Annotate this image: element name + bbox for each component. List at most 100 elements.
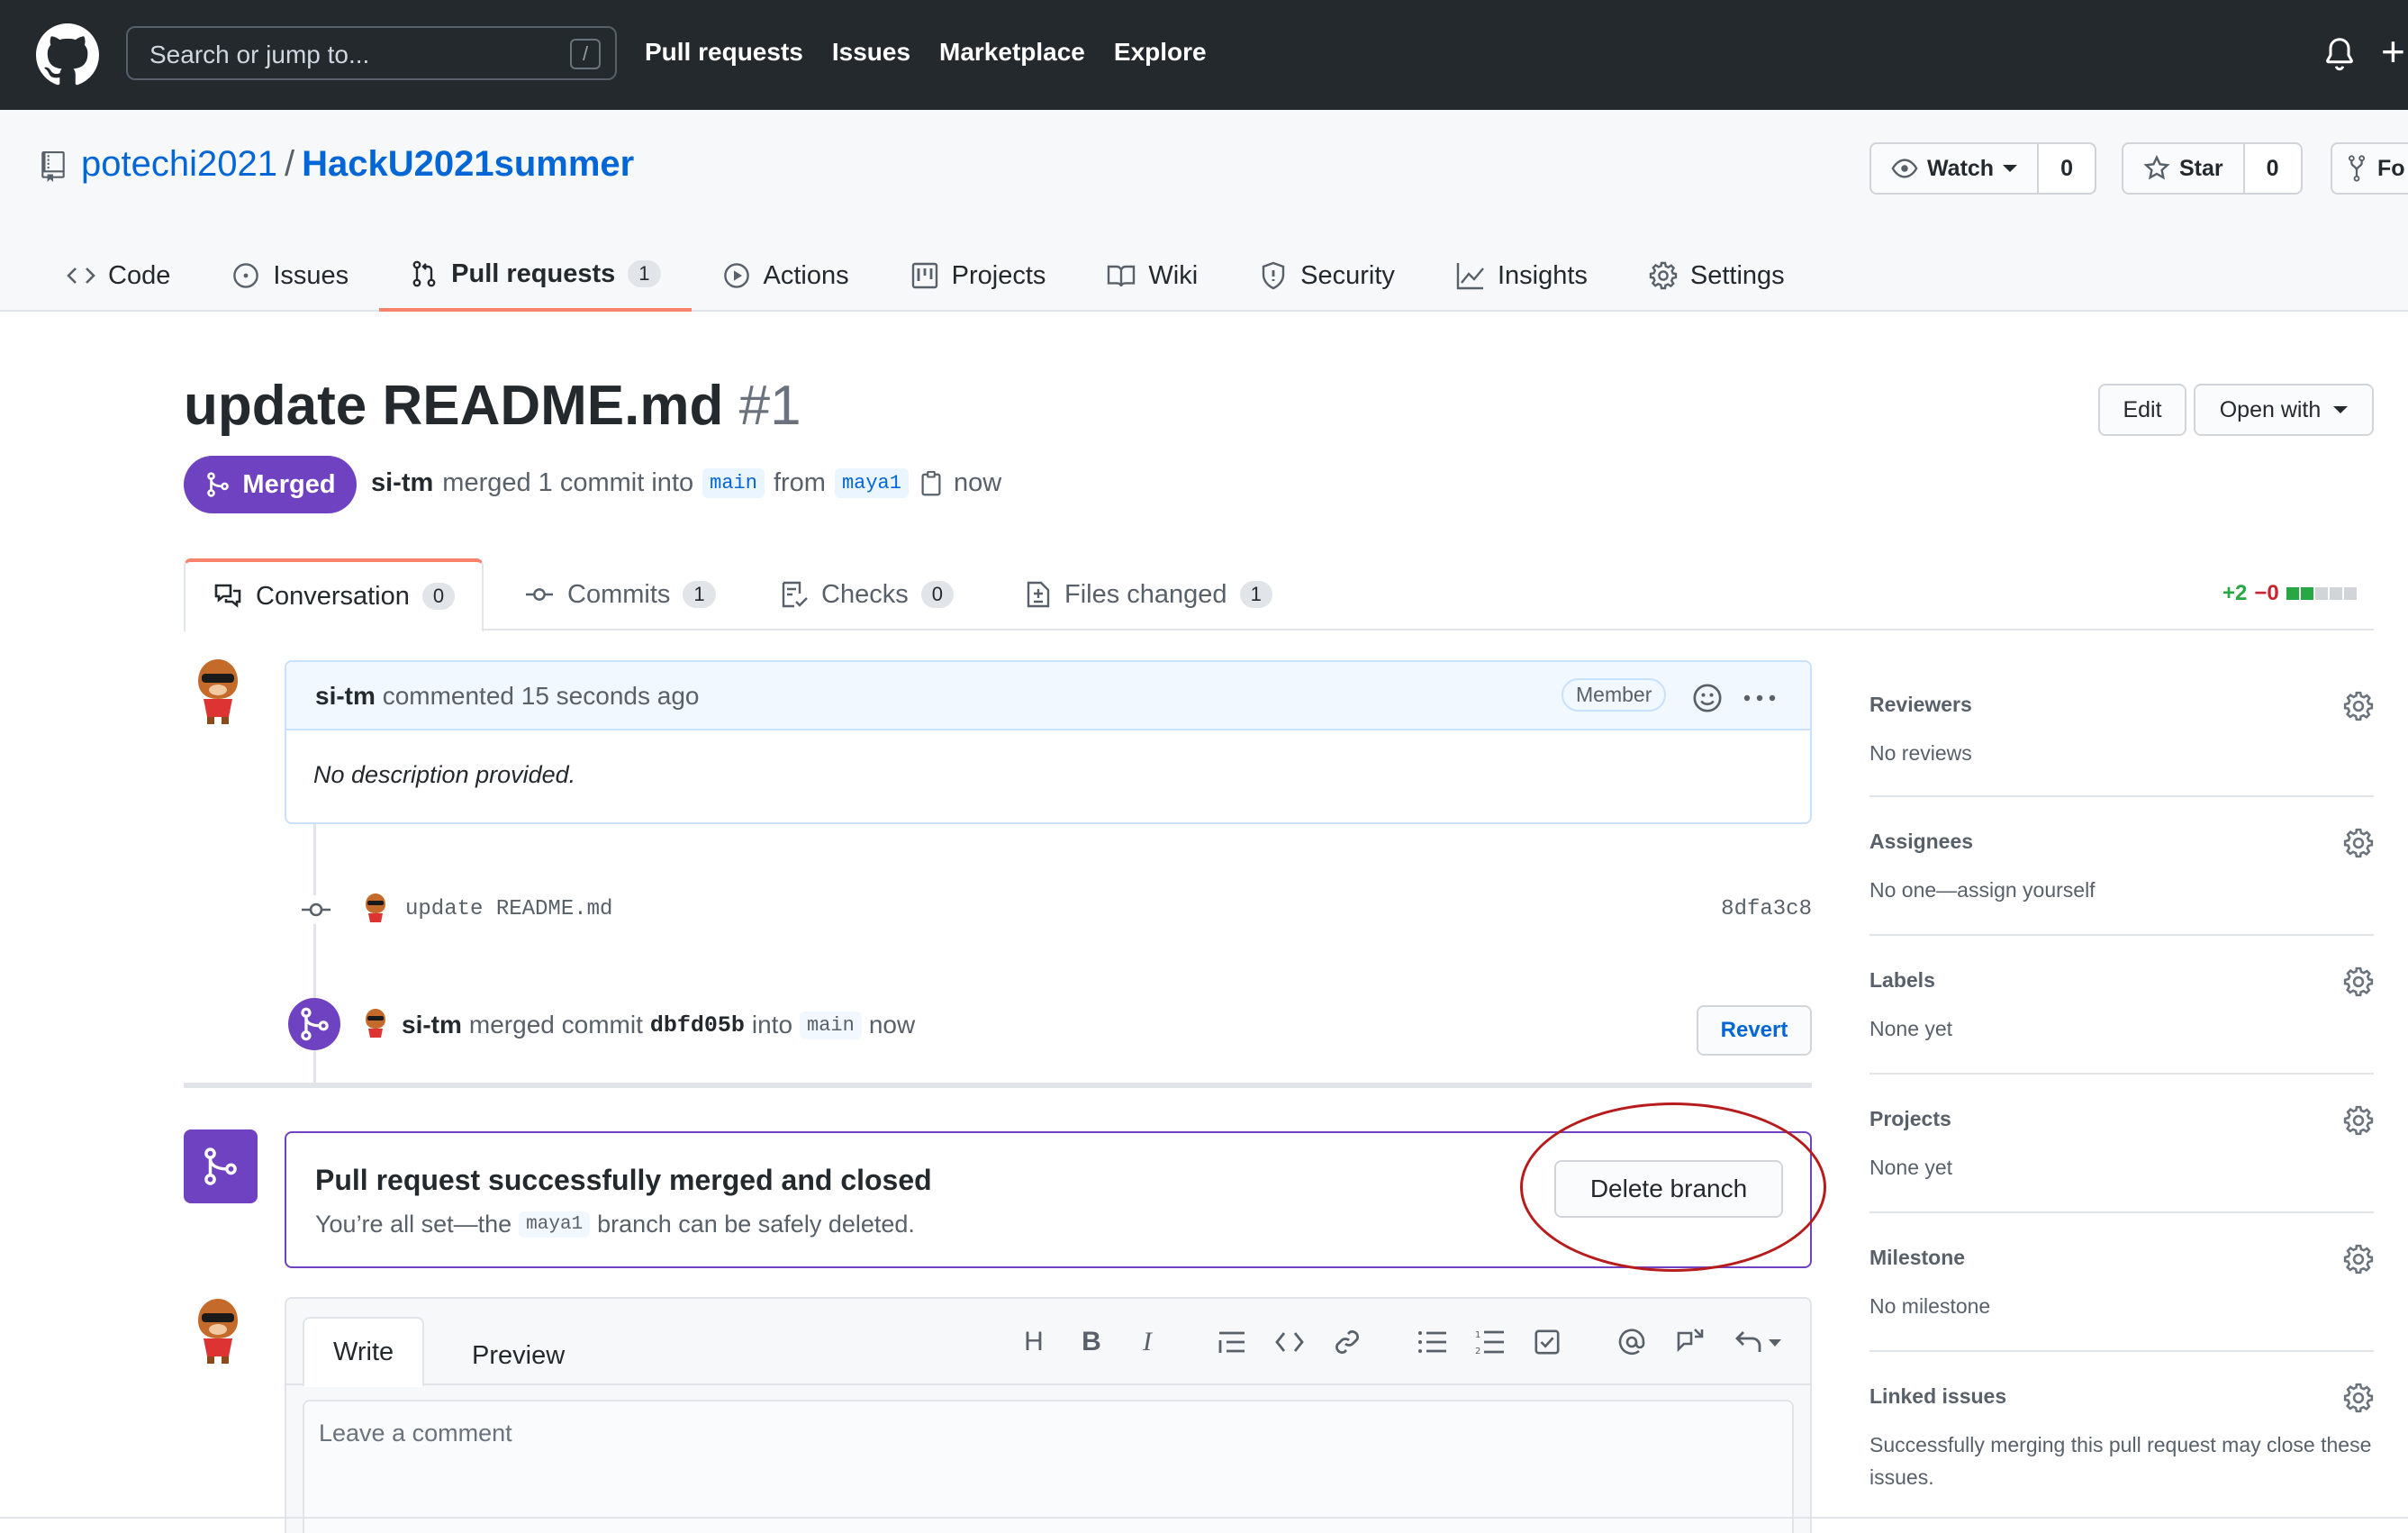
commit-author-avatar[interactable]: [360, 892, 391, 928]
sidebar-labels-title[interactable]: Labels: [1869, 968, 2374, 993]
merge-icon: [288, 998, 340, 1050]
gear-icon: [1649, 261, 1678, 290]
pr-number: #1: [738, 375, 801, 437]
tab-pull-requests[interactable]: Pull requests 1: [379, 240, 692, 312]
open-with-button[interactable]: Open with: [2194, 384, 2374, 436]
merge-base-branch-chip[interactable]: main: [800, 1011, 862, 1039]
gear-icon[interactable]: [2343, 966, 2374, 997]
comment-action: commented 15 seconds ago: [382, 682, 700, 710]
plus-icon[interactable]: +: [2381, 31, 2405, 72]
star-icon: [2143, 155, 2170, 180]
tab-commits[interactable]: Commits 1: [524, 558, 716, 630]
repo-title: potechi2021/HackU2021summer: [81, 144, 634, 185]
mention-icon[interactable]: [1614, 1324, 1650, 1360]
preview-tab[interactable]: Preview: [443, 1320, 593, 1391]
user-avatar[interactable]: [187, 656, 249, 728]
gear-icon[interactable]: [2343, 1105, 2374, 1136]
checks-count: 0: [920, 581, 954, 608]
italic-icon[interactable]: I: [1129, 1324, 1165, 1360]
write-tab[interactable]: Write: [303, 1317, 425, 1387]
sidebar-projects: Projects None yet: [1869, 1075, 2374, 1213]
repo-name-link[interactable]: HackU2021summer: [302, 144, 634, 184]
heading-icon[interactable]: H: [1016, 1324, 1052, 1360]
gear-icon[interactable]: [2343, 1244, 2374, 1274]
edit-button[interactable]: Edit: [2098, 384, 2186, 436]
tab-conversation[interactable]: Conversation 0: [184, 558, 484, 632]
gear-icon[interactable]: [2343, 828, 2374, 858]
github-logo-icon[interactable]: [36, 23, 99, 86]
code-icon[interactable]: [1272, 1324, 1308, 1360]
tab-issues-label: Issues: [273, 260, 349, 290]
tab-files-changed[interactable]: Files changed 1: [1025, 558, 1272, 630]
tab-insights[interactable]: Insights: [1426, 240, 1618, 312]
merge-author-link[interactable]: si-tm: [402, 1011, 462, 1039]
watch-count[interactable]: 0: [2037, 144, 2095, 193]
nav-marketplace[interactable]: Marketplace: [939, 38, 1085, 67]
nav-pull-requests[interactable]: Pull requests: [645, 38, 803, 67]
issue-icon: [233, 263, 259, 288]
diffstat: +2 −0: [2222, 581, 2357, 606]
diffstat-blocks: [2286, 587, 2357, 600]
sidebar-assignees-title[interactable]: Assignees: [1869, 830, 2374, 854]
tab-code[interactable]: Code: [0, 240, 201, 312]
tab-security[interactable]: Security: [1228, 240, 1426, 312]
commit-message-link[interactable]: update README.md: [405, 897, 612, 921]
fork-button[interactable]: Fo: [2331, 142, 2408, 195]
quote-icon[interactable]: [1214, 1324, 1250, 1360]
sidebar-assignees: Assignees No one—assign yourself: [1869, 797, 2374, 936]
unordered-list-icon[interactable]: [1414, 1324, 1450, 1360]
search-input[interactable]: Search or jump to... /: [126, 26, 617, 80]
base-branch-chip[interactable]: main: [702, 468, 765, 498]
nav-explore[interactable]: Explore: [1114, 38, 1207, 67]
sidebar-projects-title[interactable]: Projects: [1869, 1107, 2374, 1131]
svg-text:2: 2: [1475, 1347, 1480, 1356]
comment-textarea[interactable]: Leave a comment: [303, 1400, 1794, 1533]
copy-icon[interactable]: [918, 470, 945, 497]
smiley-icon[interactable]: [1691, 682, 1724, 714]
sidebar-assignees-value[interactable]: No one—assign yourself: [1869, 874, 2374, 906]
bold-icon[interactable]: B: [1073, 1324, 1109, 1360]
cross-reference-icon[interactable]: [1671, 1324, 1707, 1360]
eye-icon: [1891, 159, 1918, 178]
star-count[interactable]: 0: [2242, 144, 2301, 193]
repo-separator: /: [284, 144, 295, 184]
tab-issues[interactable]: Issues: [201, 240, 379, 312]
merge-into-text: into: [751, 1011, 793, 1039]
gear-icon[interactable]: [2343, 1383, 2374, 1413]
merge-icon: [204, 1147, 237, 1185]
sidebar-milestone-title[interactable]: Milestone: [1869, 1246, 2374, 1270]
ordered-list-icon[interactable]: 12: [1471, 1324, 1507, 1360]
star-button[interactable]: Star: [2123, 144, 2243, 193]
project-icon: [911, 262, 937, 289]
task-list-icon[interactable]: [1529, 1324, 1565, 1360]
tab-projects[interactable]: Projects: [880, 240, 1077, 312]
tab-checks[interactable]: Checks 0: [780, 558, 954, 630]
gear-icon[interactable]: [2343, 691, 2374, 721]
open-with-label: Open with: [2219, 396, 2322, 422]
link-icon[interactable]: [1329, 1324, 1365, 1360]
current-user-avatar[interactable]: [187, 1295, 249, 1367]
pr-author-link[interactable]: si-tm: [371, 468, 433, 498]
commit-sha-link[interactable]: 8dfa3c8: [1721, 897, 1812, 921]
delete-branch-button[interactable]: Delete branch: [1554, 1160, 1783, 1218]
kebab-horizontal-icon[interactable]: [1742, 684, 1778, 712]
tab-wiki[interactable]: Wiki: [1076, 240, 1228, 312]
merge-commit-sha-link[interactable]: dbfd05b: [650, 1012, 745, 1039]
tab-conversation-label: Conversation: [256, 581, 410, 611]
sidebar-reviewers-title[interactable]: Reviewers: [1869, 693, 2374, 717]
saved-replies-icon[interactable]: [1731, 1324, 1785, 1360]
tab-actions[interactable]: Actions: [692, 240, 880, 312]
nav-issues[interactable]: Issues: [832, 38, 910, 67]
sidebar-labels: Labels None yet: [1869, 936, 2374, 1075]
bell-icon[interactable]: [2322, 36, 2358, 72]
merge-author-avatar[interactable]: [360, 1007, 391, 1043]
revert-button[interactable]: Revert: [1697, 1005, 1812, 1056]
sidebar-linked-issues-title[interactable]: Linked issues: [1869, 1384, 2374, 1409]
tab-settings[interactable]: Settings: [1618, 240, 1815, 312]
head-branch-chip[interactable]: maya1: [834, 468, 909, 498]
repo-header: potechi2021/HackU2021summer Watch 0 Star…: [0, 110, 2408, 312]
repo-owner-link[interactable]: potechi2021: [81, 144, 277, 184]
commit-icon: [526, 588, 553, 601]
watch-button[interactable]: Watch: [1871, 144, 2037, 193]
comment-author-link[interactable]: si-tm: [315, 682, 376, 710]
